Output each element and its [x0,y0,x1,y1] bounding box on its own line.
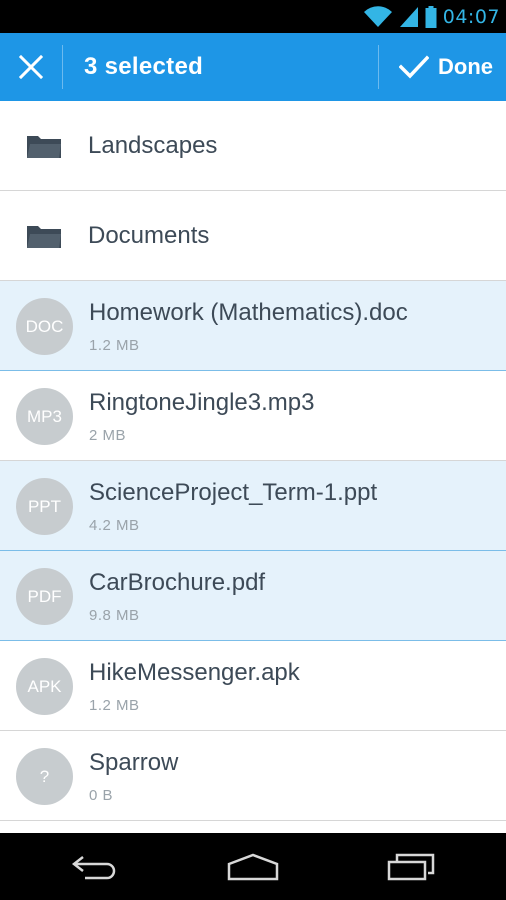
file-name: RingtoneJingle3.mp3 [89,389,315,416]
file-name: ScienceProject_Term-1.ppt [89,479,378,506]
file-row[interactable]: DOC Homework (Mathematics).doc 1.2 MB [0,281,506,371]
file-size: 1.2 MB [89,697,140,714]
signal-icon [399,6,418,27]
file-name: Homework (Mathematics).doc [89,299,408,326]
file-size: 2 MB [89,427,127,444]
home-icon [227,853,279,880]
check-icon [399,55,429,79]
file-row[interactable]: APK HikeMessenger.apk 1.2 MB [0,641,506,731]
file-type-badge: MP3 [16,388,73,445]
file-type-badge: PPT [16,478,73,535]
home-button[interactable] [203,833,303,900]
file-type-badge: DOC [16,298,73,355]
close-icon [19,55,43,79]
file-size: 4.2 MB [89,517,140,534]
folder-row[interactable]: Documents [0,191,506,281]
status-bar: 04:07 [0,0,506,33]
file-name: Sparrow [89,749,179,776]
folder-icon [27,136,61,158]
close-selection-button[interactable] [0,33,62,101]
file-list: Landscapes Documents DOC Homework (Mathe… [0,101,506,821]
wifi-icon [363,5,392,27]
file-row[interactable]: MP3 RingtoneJingle3.mp3 2 MB [0,371,506,461]
file-row[interactable]: PDF CarBrochure.pdf 9.8 MB [0,551,506,641]
folder-label: Documents [88,222,210,249]
file-type-badge: APK [16,658,73,715]
divider [62,45,63,89]
navigation-bar [0,833,506,900]
action-bar: 3 selected Done [0,33,506,101]
file-size: 9.8 MB [89,607,140,624]
selection-count-title: 3 selected [84,53,204,80]
done-label: Done [438,54,493,79]
battery-icon [425,5,437,28]
file-size: 1.2 MB [89,337,140,354]
recents-button[interactable] [361,833,461,900]
file-row[interactable]: ? Sparrow 0 B [0,731,506,821]
file-type-badge: PDF [16,568,73,625]
file-size: 0 B [89,787,114,804]
file-type-badge: ? [16,748,73,805]
folder-row[interactable]: Landscapes [0,101,506,191]
back-button[interactable] [45,833,145,900]
folder-icon [27,226,61,248]
folder-label: Landscapes [88,132,218,159]
file-row[interactable]: PPT ScienceProject_Term-1.ppt 4.2 MB [0,461,506,551]
file-name: HikeMessenger.apk [89,659,300,686]
clock: 04:07 [442,5,500,28]
recents-icon [387,853,435,880]
file-name: CarBrochure.pdf [89,569,266,596]
back-icon [71,855,116,879]
done-button[interactable]: Done [379,33,506,101]
